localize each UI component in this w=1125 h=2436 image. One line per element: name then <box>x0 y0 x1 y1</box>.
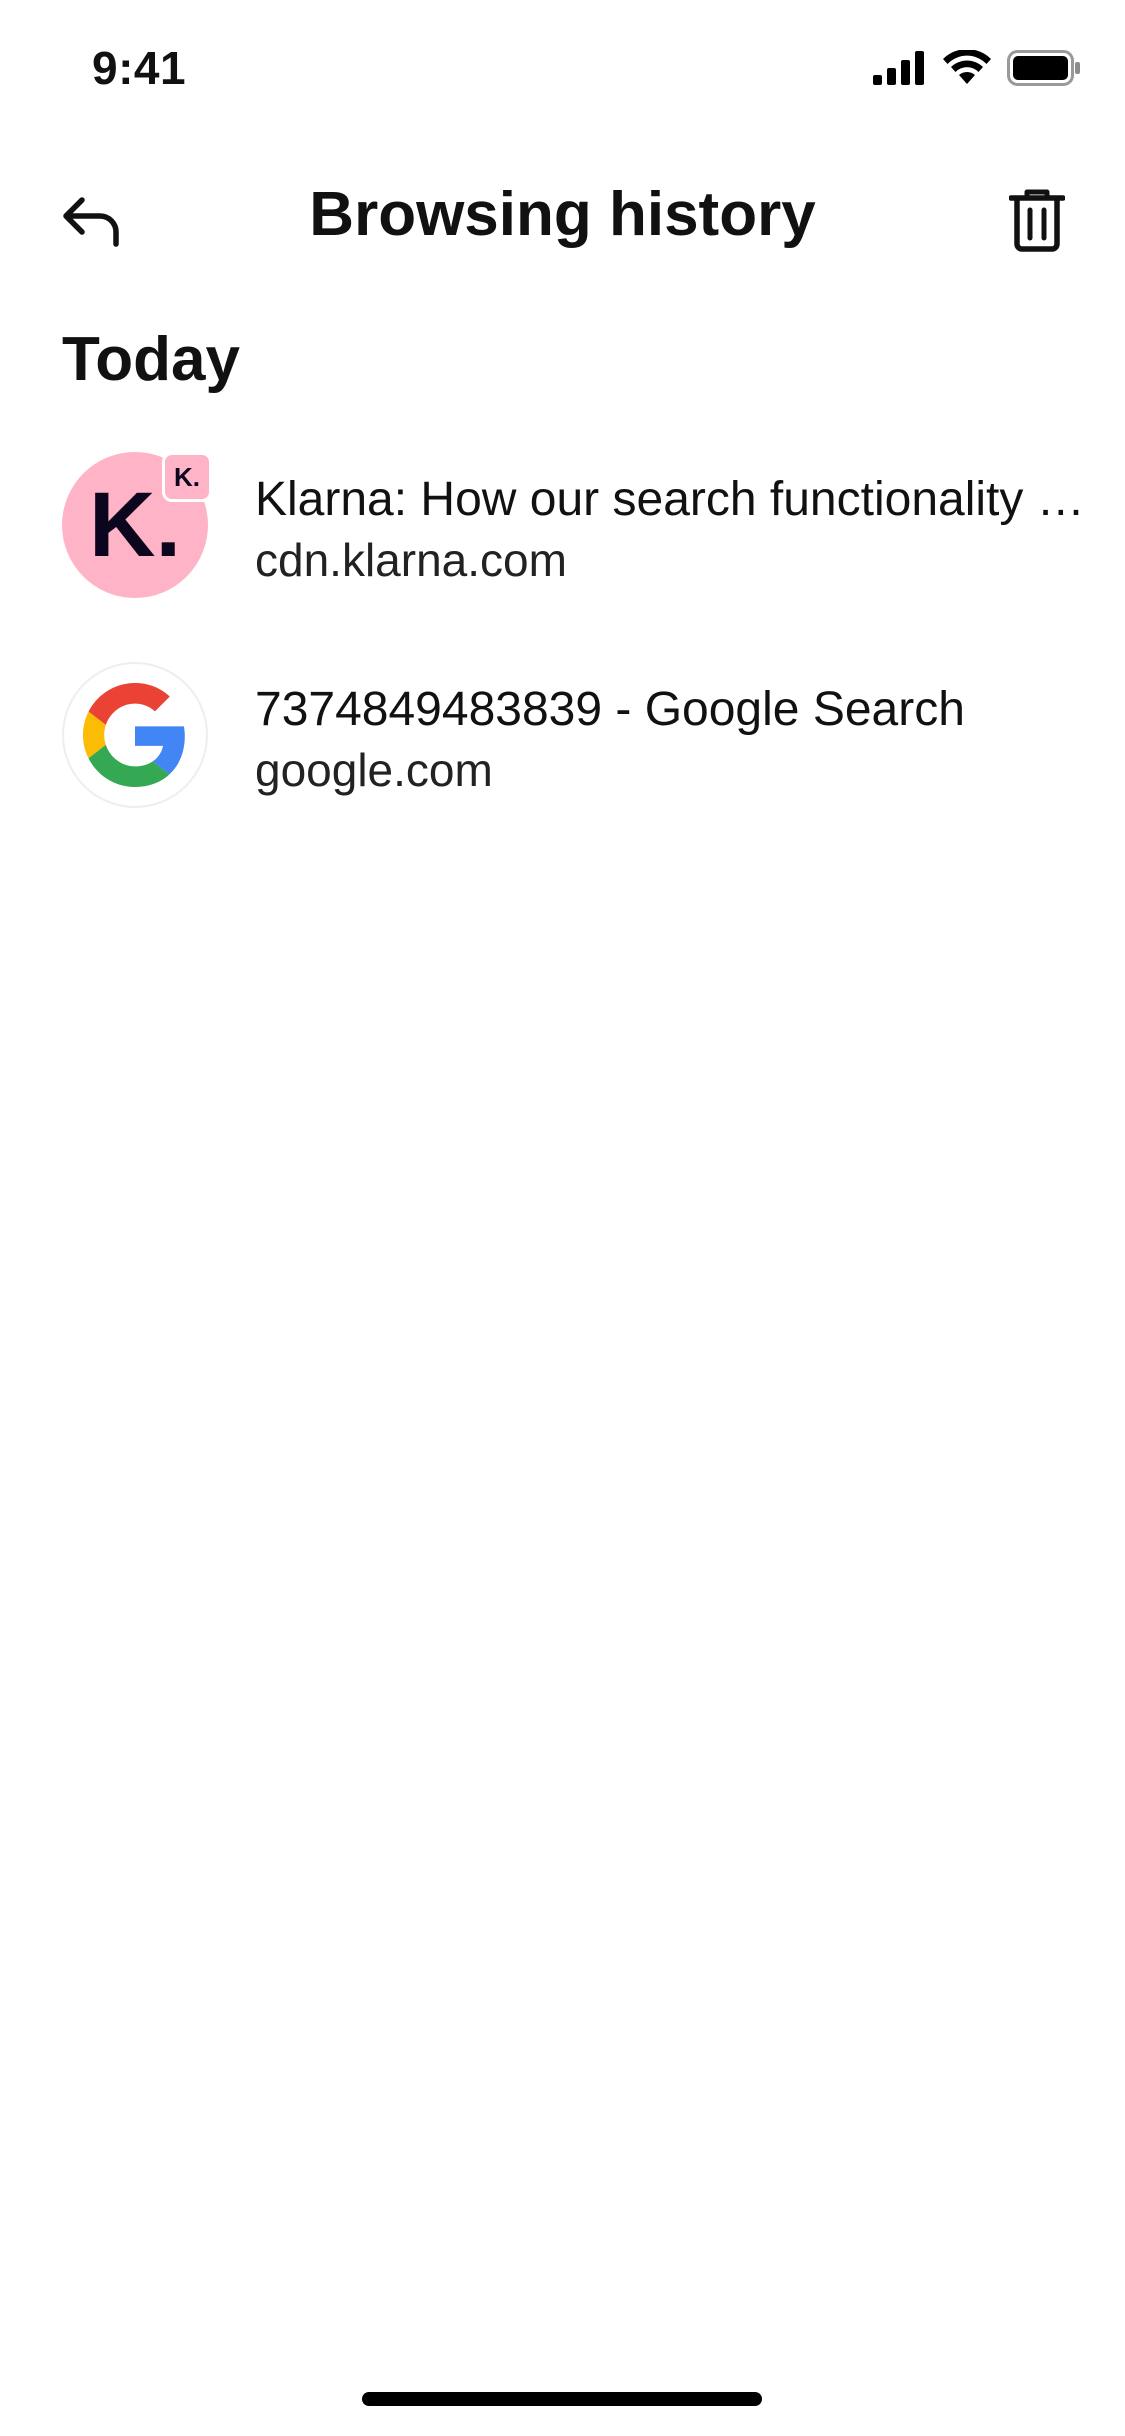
history-item-url: google.com <box>255 744 493 796</box>
wifi-icon <box>943 50 991 86</box>
trash-icon <box>1008 188 1066 257</box>
status-bar: 9:41 <box>0 0 1125 132</box>
history-list: K. K. Klarna: How our search functionali… <box>0 450 1125 870</box>
header: Browsing history <box>0 160 1125 270</box>
google-logo-icon <box>62 662 208 808</box>
history-item-title: Klarna: How our search functionality wor… <box>255 473 1085 526</box>
section-heading-today: Today <box>62 325 240 394</box>
history-item[interactable]: 7374849483839 - Google Search google.com <box>0 660 1125 870</box>
battery-icon <box>1007 50 1081 86</box>
klarna-badge-icon: K. <box>162 452 212 502</box>
home-indicator[interactable] <box>362 2392 762 2406</box>
history-item-text: Klarna: How our search functionality wor… <box>255 470 1085 590</box>
back-button[interactable] <box>52 182 132 262</box>
status-icons <box>873 50 1081 86</box>
history-item-url: cdn.klarna.com <box>255 534 567 586</box>
delete-history-button[interactable] <box>997 182 1077 262</box>
history-item-text: 7374849483839 - Google Search google.com <box>255 680 1085 800</box>
history-item[interactable]: K. K. Klarna: How our search functionali… <box>0 450 1125 660</box>
history-item-title: 7374849483839 - Google Search <box>255 683 965 736</box>
klarna-logo-icon: K. K. <box>62 452 212 598</box>
back-arrow-icon <box>60 192 124 253</box>
status-time: 9:41 <box>92 42 187 94</box>
cellular-signal-icon <box>873 51 927 85</box>
page-title: Browsing history <box>309 180 816 249</box>
